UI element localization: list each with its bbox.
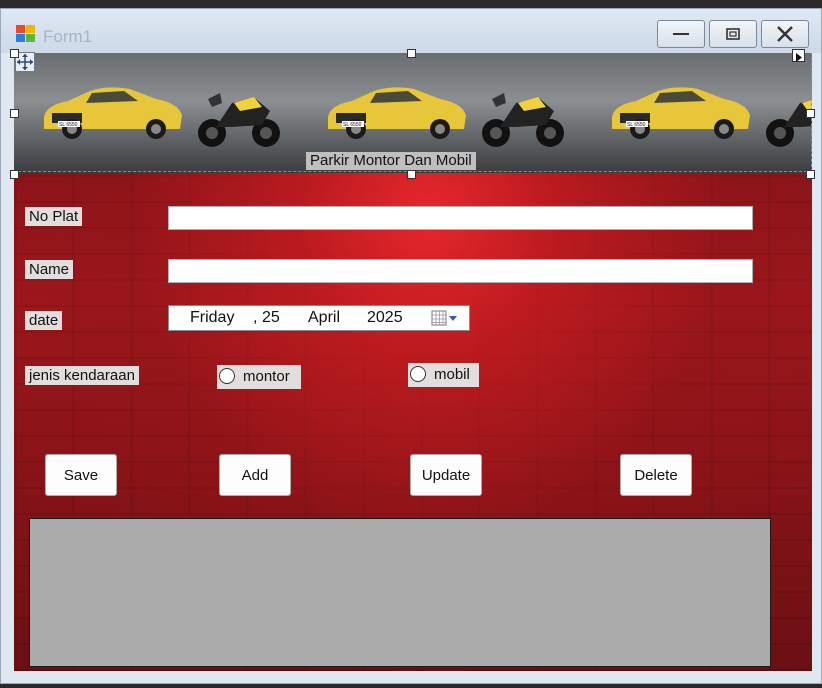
maximize-icon [726,28,740,40]
resize-handle[interactable] [10,170,19,179]
banner-title-label: Parkir Montor Dan Mobil [306,152,476,170]
title-bar[interactable]: Form1 [1,9,821,53]
date-picker[interactable]: Friday , 25 April 2025 [168,305,470,331]
minimize-button[interactable] [657,20,705,48]
data-grid-view[interactable] [29,518,771,667]
calendar-dropdown-icon[interactable] [431,310,461,327]
car-image: SL 6550 [44,87,182,139]
radio-mobil-label: mobil [434,366,470,383]
banner-picturebox[interactable]: SL 6550 SL 6550 SL 6550 Parkir Montor Da… [14,53,812,173]
no-plat-input[interactable] [168,206,753,230]
svg-text:SL 6550: SL 6550 [59,122,78,128]
motorcycle-image [766,100,812,147]
radio-circle-icon [219,368,235,384]
add-button[interactable]: Add [219,454,291,496]
app-icon [16,25,36,43]
date-separator: , [253,309,258,326]
close-button[interactable] [761,20,809,48]
name-label: Name [25,260,74,279]
banner-tile: SL 6550 [16,53,301,173]
radio-mobil[interactable]: mobil [408,363,479,387]
name-input[interactable] [168,259,753,283]
date-month: April [308,309,341,326]
form-client-area: SL 6550 SL 6550 SL 6550 Parkir Montor Da… [14,53,812,671]
save-button[interactable]: Save [45,454,117,496]
window-title: Form1 [43,27,93,46]
smart-tag-icon[interactable] [792,49,805,62]
jenis-kendaraan-label: jenis kendaraan [25,366,139,385]
svg-text:SL 6550: SL 6550 [627,122,646,128]
car-image: SL 6550 [328,87,466,139]
smart-tag-arrow-icon [796,53,802,62]
minimize-icon [673,33,689,35]
resize-handle[interactable] [407,49,416,58]
radio-montor-label: montor [243,368,290,385]
close-icon [777,26,793,42]
motorcycle-image [198,93,280,147]
maximize-button[interactable] [709,20,757,48]
svg-text:SL 6550: SL 6550 [343,122,362,128]
banner-tile: SL 6550 [584,53,812,173]
car-image: SL 6550 [612,87,750,139]
date-day-name: Friday [190,309,235,326]
radio-circle-icon [410,366,426,382]
resize-handle[interactable] [407,170,416,179]
delete-button[interactable]: Delete [620,454,692,496]
date-year: 2025 [367,309,403,326]
update-button[interactable]: Update [410,454,482,496]
date-day: 25 [262,309,280,326]
form1-window: Form1 SL 6550 SL 6550 SL 6550 Parkir Mon… [0,8,822,684]
no-plat-label: No Plat [25,207,83,226]
resize-handle[interactable] [10,49,19,58]
resize-handle[interactable] [806,109,815,118]
radio-montor[interactable]: montor [217,365,301,389]
date-label: date [25,311,63,330]
resize-handle[interactable] [806,170,815,179]
resize-handle[interactable] [10,109,19,118]
motorcycle-image [482,93,564,147]
